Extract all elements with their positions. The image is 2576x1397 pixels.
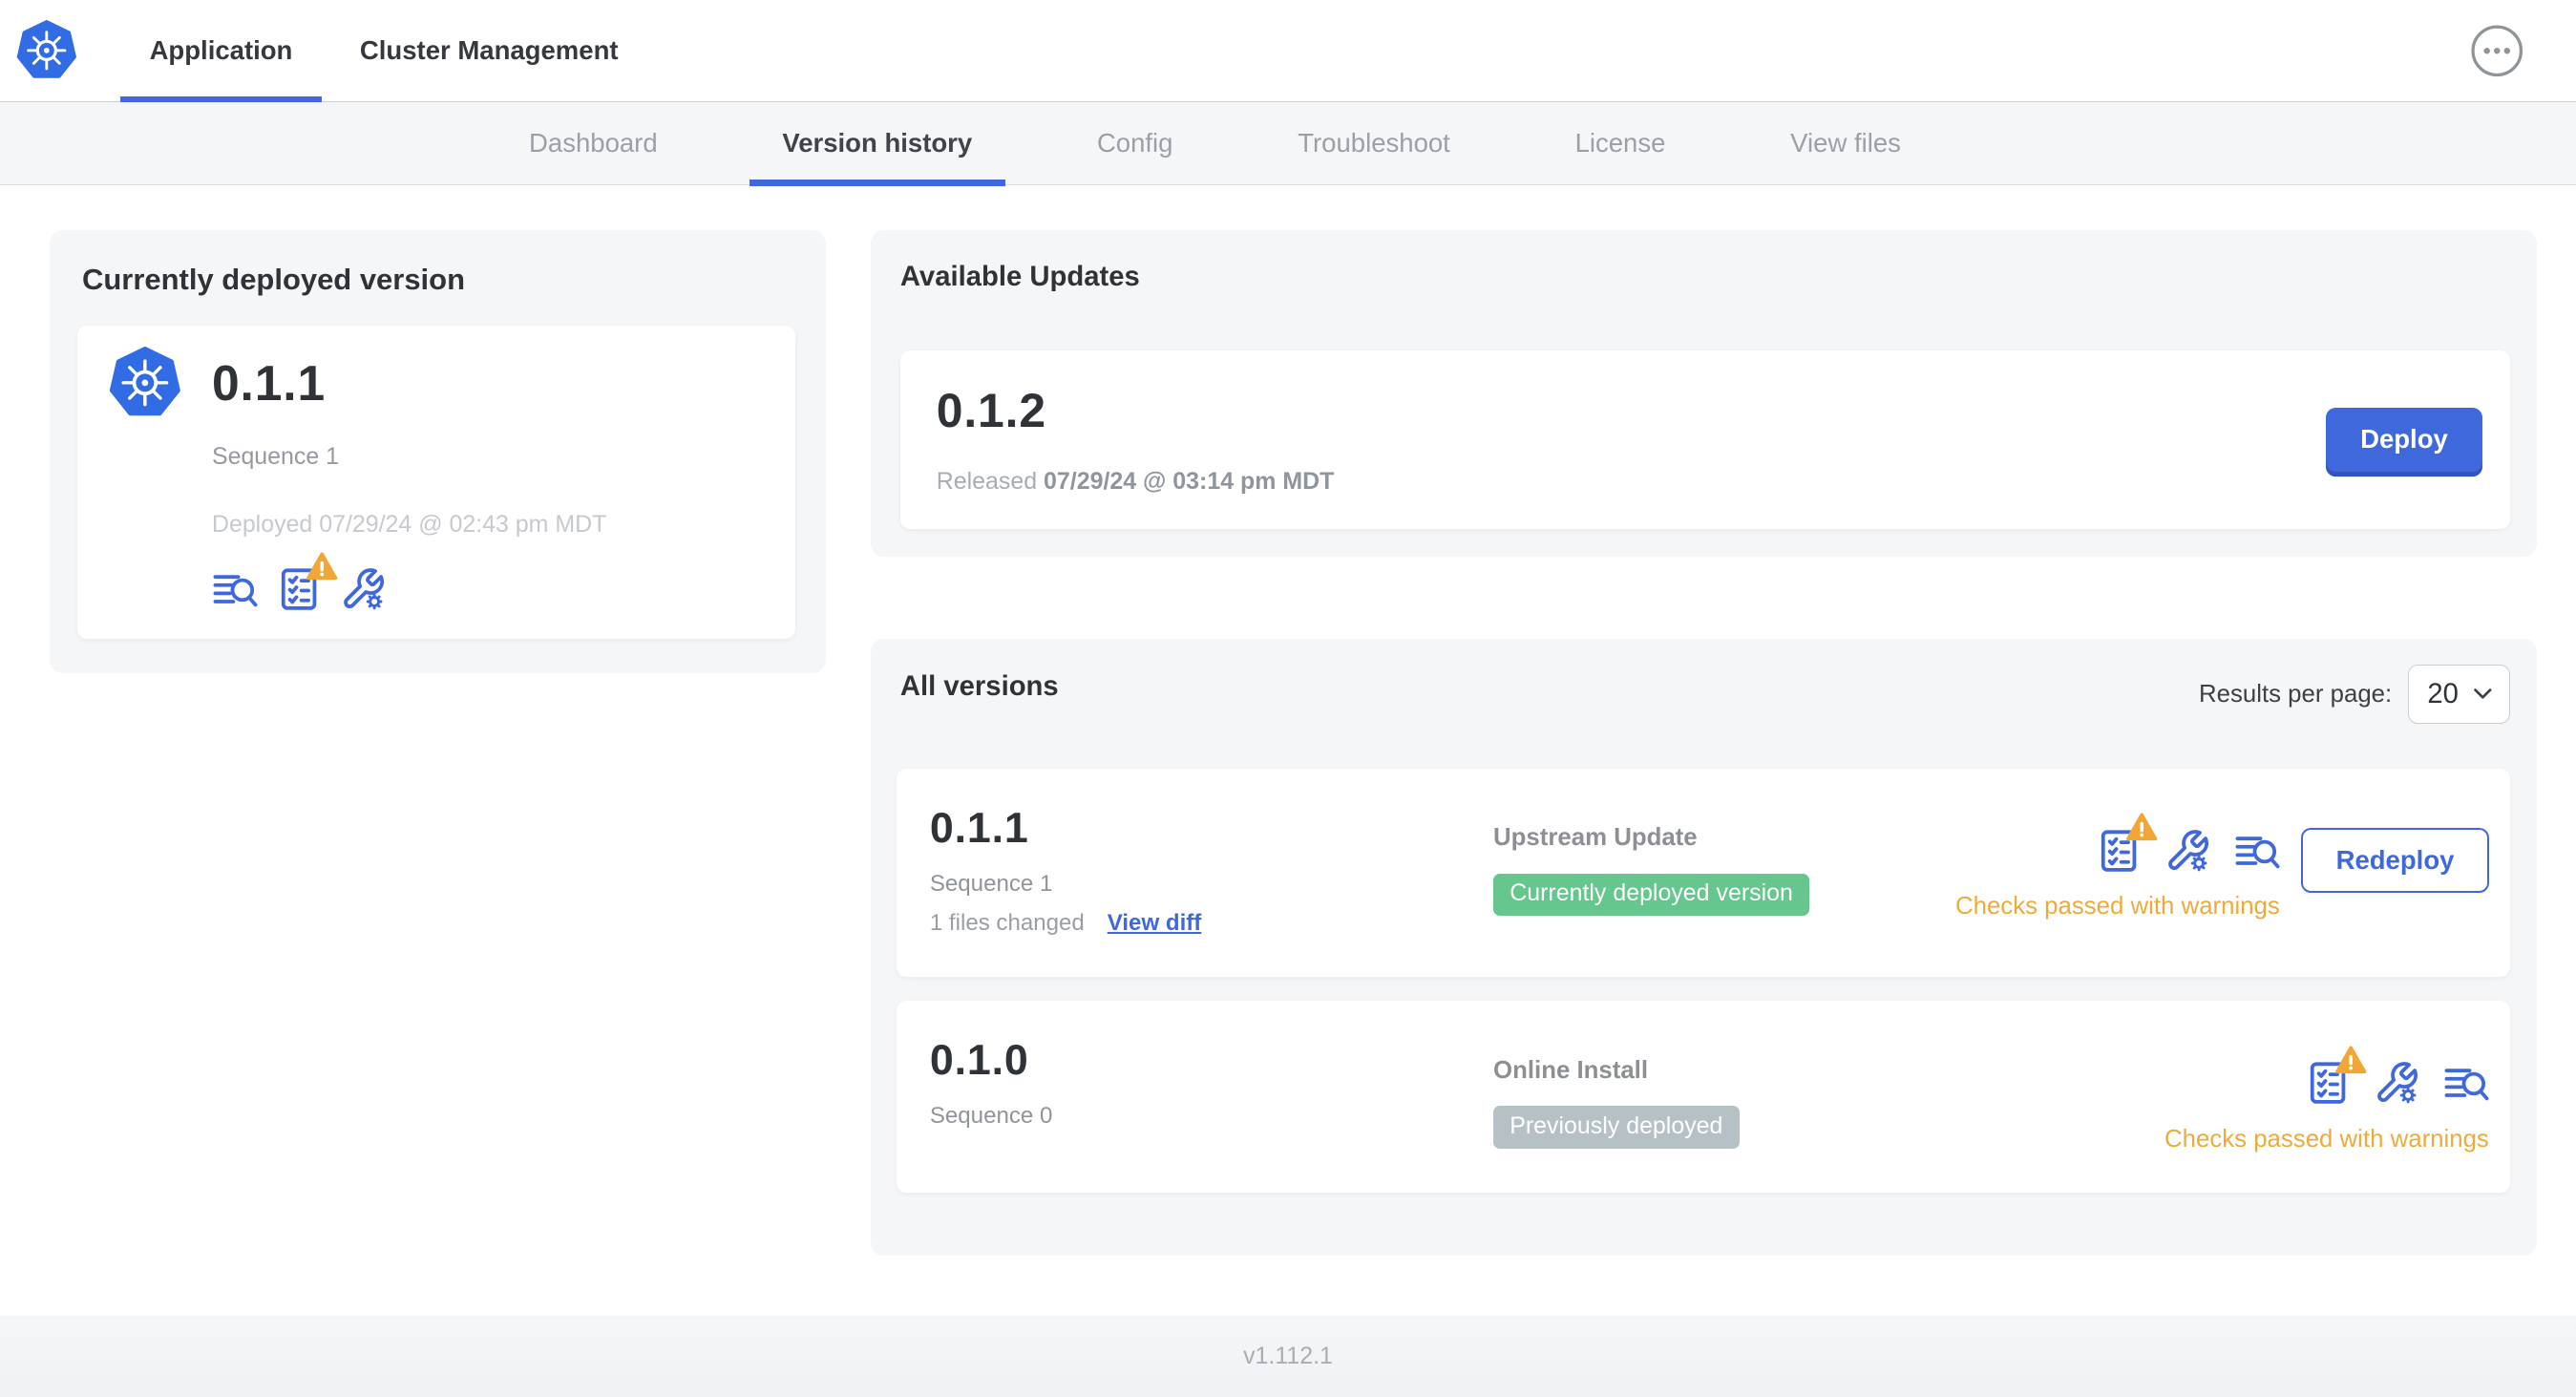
page-footer: v1.112.1 (0, 1316, 2576, 1397)
deployed-version-actions (212, 566, 764, 612)
preflight-checks-button[interactable] (2305, 1060, 2351, 1106)
tab-application[interactable]: Application (119, 0, 323, 103)
tab-troubleshoot[interactable]: Troubleshoot (1265, 102, 1483, 185)
source-label: Upstream Update (1493, 824, 1698, 852)
released-timestamp: 07/29/24 @ 03:14 pm MDT (1044, 468, 1335, 496)
currently-deployed-title: Currently deployed version (82, 263, 465, 297)
available-updates-panel: Available Updates 0.1.2 Released 07/29/2… (870, 229, 2537, 557)
tab-cluster-management-label: Cluster Management (359, 34, 619, 65)
tab-troubleshoot-label: Troubleshoot (1298, 128, 1450, 159)
top-tabs: Application Cluster Management (119, 0, 657, 103)
deployed-status-badge: Previously deployed (1493, 1106, 1740, 1149)
app-sub-nav: Dashboard Version history Config Trouble… (0, 101, 2576, 187)
deployed-status-badge: Currently deployed version (1493, 873, 1810, 917)
row-version-number: 0.1.0 (929, 1037, 1029, 1085)
currently-deployed-panel: Currently deployed version 0.1.1 Sequenc… (49, 229, 827, 673)
diff-logs-icon (212, 566, 258, 612)
current-version-number: 0.1.1 (211, 354, 327, 411)
edit-config-button[interactable] (2374, 1060, 2419, 1106)
update-released-line: Released 07/29/24 @ 03:14 pm MDT (937, 468, 2326, 496)
results-per-page-label: Results per page: (2199, 680, 2393, 708)
released-prefix: Released (936, 468, 1038, 496)
config-wrench-icon (2374, 1060, 2419, 1106)
diff-logs-icon (2234, 828, 2280, 874)
row-sequence: Sequence 0 (929, 1103, 1053, 1130)
available-updates-title: Available Updates (899, 261, 1140, 292)
tab-version-history[interactable]: Version history (749, 102, 1005, 187)
version-row-actions: Checks passed with warnings (2164, 1060, 2489, 1154)
tab-config-label: Config (1096, 128, 1173, 159)
tab-view-files[interactable]: View files (1758, 102, 1934, 185)
diff-logs-icon (2443, 1060, 2489, 1106)
top-nav-bar: Application Cluster Management (0, 0, 2576, 103)
tab-application-label: Application (149, 34, 293, 65)
version-row-0-1-0: 0.1.0 Sequence 0 Online Install Previous… (897, 1001, 2511, 1194)
warning-triangle-icon (2334, 1044, 2367, 1076)
update-version-number: 0.1.2 (936, 384, 1046, 438)
results-per-page: Results per page: 20 (2199, 665, 2511, 725)
tab-dashboard-label: Dashboard (529, 128, 658, 159)
view-diff-link[interactable]: View diff (1108, 910, 1202, 936)
edit-config-button[interactable] (340, 566, 386, 612)
kubernetes-app-icon (109, 347, 181, 419)
tab-dashboard[interactable]: Dashboard (496, 102, 690, 185)
checks-status-text: Checks passed with warnings (2164, 1126, 2489, 1154)
active-tab-underline (119, 95, 323, 103)
tab-config[interactable]: Config (1065, 102, 1206, 185)
deployed-version-details: Sequence 1 Deployed 07/29/24 @ 02:43 pm … (212, 443, 764, 612)
redeploy-button[interactable]: Redeploy (2301, 827, 2489, 894)
current-version-sequence: Sequence 1 (211, 443, 340, 471)
overflow-menu-button[interactable] (2469, 23, 2525, 79)
tab-license-label: License (1574, 128, 1666, 159)
config-wrench-icon (2164, 828, 2210, 874)
files-changed-label: 1 files changed (929, 910, 1085, 937)
version-row-info: 0.1.1 Sequence 1 1 files changed View di… (930, 805, 1493, 938)
version-row-actions: Checks passed with warnings Redeploy (1955, 828, 2489, 938)
source-label: Online Install (1493, 1056, 1649, 1084)
available-update-card: 0.1.2 Released 07/29/24 @ 03:14 pm MDT D… (899, 349, 2511, 529)
version-row-info: 0.1.0 Sequence 0 (930, 1037, 1493, 1154)
warning-triangle-icon (306, 550, 338, 582)
files-changed-line: 1 files changed View diff (930, 910, 1493, 937)
warning-triangle-icon (2125, 811, 2158, 843)
tab-license[interactable]: License (1542, 102, 1699, 185)
row-version-number: 0.1.1 (929, 804, 1029, 852)
preflight-checks-button[interactable] (276, 566, 322, 612)
deployed-version-header: 0.1.1 (109, 347, 765, 419)
right-column: Available Updates 0.1.2 Released 07/29/2… (870, 229, 2537, 1256)
tab-view-files-label: View files (1790, 128, 1901, 159)
checks-block: Checks passed with warnings (1955, 828, 2280, 921)
results-per-page-value: 20 (2427, 678, 2459, 709)
kubernetes-logo-icon (16, 20, 77, 81)
deployed-timestamp: Deployed 07/29/24 @ 02:43 pm MDT (211, 510, 607, 538)
version-row-source: Upstream Update Currently deployed versi… (1493, 805, 1955, 938)
tab-cluster-management[interactable]: Cluster Management (330, 0, 648, 101)
console-version-label: v1.112.1 (1243, 1342, 1333, 1369)
deploy-logs-button[interactable] (2443, 1060, 2489, 1106)
deployed-version-card: 0.1.1 Sequence 1 Deployed 07/29/24 @ 02:… (76, 325, 795, 639)
tab-version-history-label: Version history (782, 128, 973, 159)
row-sequence: Sequence 1 (929, 870, 1053, 897)
all-versions-panel: All versions Results per page: 20 0.1.1 … (870, 638, 2537, 1256)
deploy-logs-button[interactable] (212, 566, 258, 612)
active-subtab-underline (749, 180, 1005, 187)
preflight-checks-button[interactable] (2096, 828, 2142, 874)
chevron-down-icon (2473, 688, 2493, 701)
checks-block: Checks passed with warnings (2164, 1060, 2489, 1154)
checks-status-text: Checks passed with warnings (1954, 893, 2280, 921)
row-action-icons (2305, 1060, 2489, 1106)
row-action-icons (2096, 828, 2280, 874)
deploy-button[interactable]: Deploy (2325, 407, 2482, 472)
ellipsis-icon (2469, 23, 2525, 79)
edit-config-button[interactable] (2164, 828, 2210, 874)
config-wrench-icon (340, 566, 386, 612)
all-versions-header: All versions Results per page: 20 (897, 665, 2511, 725)
update-info: 0.1.2 Released 07/29/24 @ 03:14 pm MDT (937, 383, 2326, 496)
all-versions-title: All versions (899, 671, 1059, 703)
main-content: Currently deployed version 0.1.1 Sequenc… (0, 185, 2576, 1317)
results-per-page-select[interactable]: 20 (2408, 665, 2511, 725)
deploy-logs-button[interactable] (2234, 828, 2280, 874)
version-row-0-1-1: 0.1.1 Sequence 1 1 files changed View di… (897, 768, 2511, 977)
version-row-source: Online Install Previously deployed (1493, 1037, 2164, 1154)
